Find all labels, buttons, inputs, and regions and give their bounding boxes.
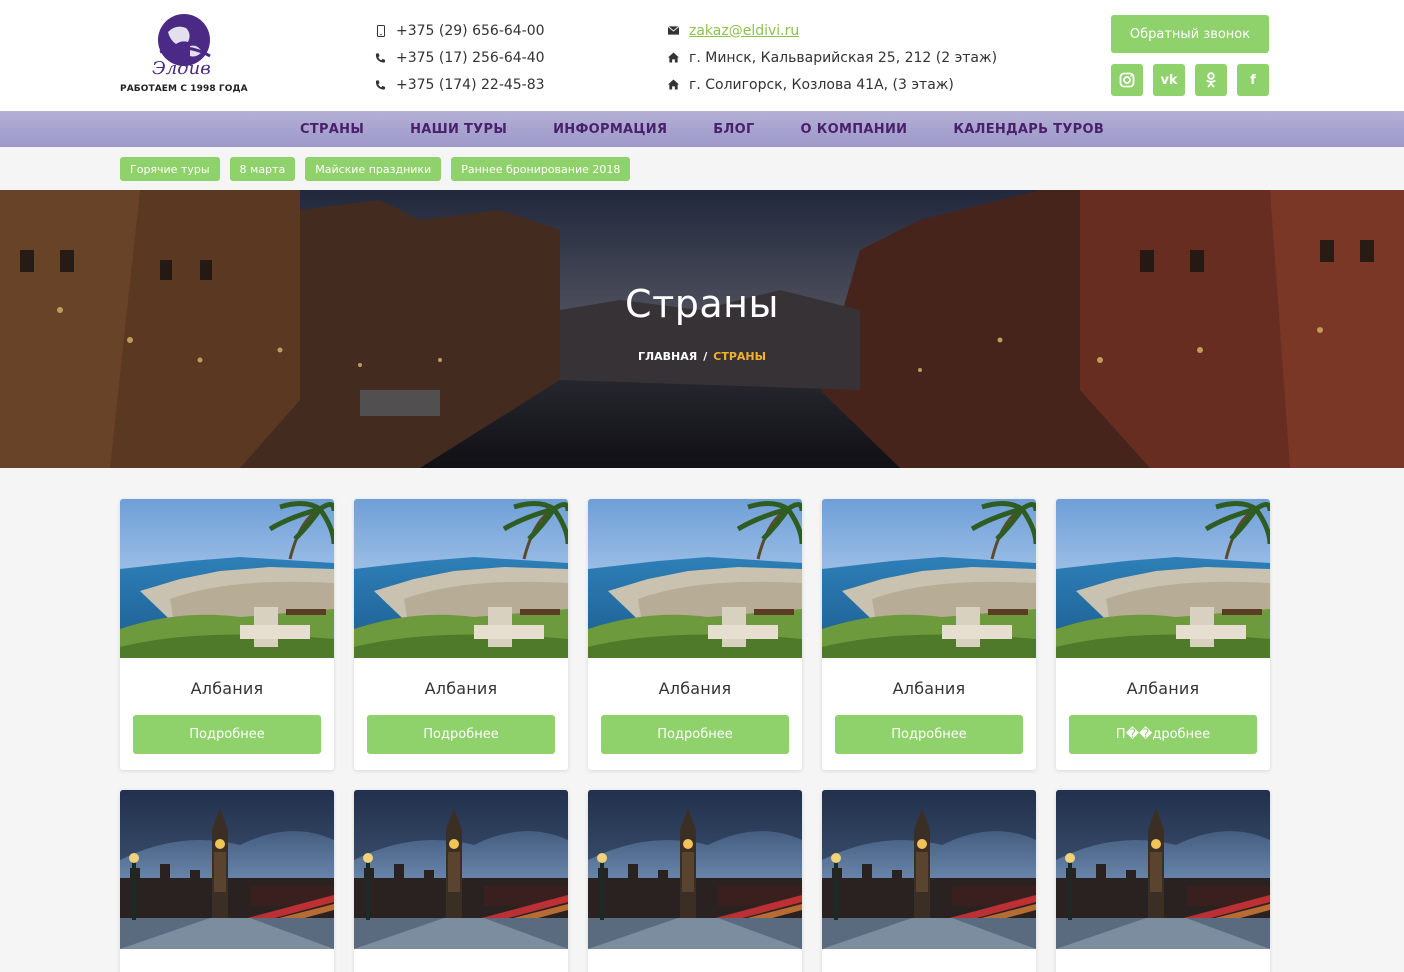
address-text: г. Солигорск, Козлова 41А, (3 этаж) (689, 76, 954, 93)
vk-icon[interactable]: vk (1153, 64, 1185, 96)
address-row: г. Минск, Кальварийская 25, 212 (2 этаж) (668, 44, 997, 71)
tag-early-booking[interactable]: Раннее бронирование 2018 (451, 157, 631, 181)
country-card: Албания Подробнее (120, 499, 334, 770)
country-card (120, 790, 334, 972)
country-card (822, 790, 1036, 972)
country-card (354, 790, 568, 972)
details-button[interactable]: Подробнее (367, 715, 555, 754)
country-image[interactable] (354, 790, 568, 949)
details-button[interactable]: П��дробнее (1069, 715, 1257, 754)
phone-number[interactable]: +375 (29) 656-64-00 (396, 23, 545, 39)
phone-number[interactable]: +375 (17) 256-64-40 (396, 50, 545, 66)
country-title[interactable]: Албания (1056, 679, 1270, 698)
tag-bar: Горячие туры 8 марта Майские праздники Р… (120, 157, 631, 181)
main-nav: СТРАНЫ НАШИ ТУРЫ ИНФОРМАЦИЯ БЛОГ О КОМПА… (0, 111, 1404, 147)
country-card: Албания Подробнее (822, 499, 1036, 770)
breadcrumb-current: СТРАНЫ (713, 350, 767, 363)
address-row: г. Солигорск, Козлова 41А, (3 этаж) (668, 71, 997, 98)
nav-item-countries[interactable]: СТРАНЫ (277, 122, 387, 137)
country-title[interactable]: Албания (588, 679, 802, 698)
email-row: zakaz@eldivi.ru (668, 17, 997, 44)
breadcrumb-home[interactable]: ГЛАВНАЯ (638, 350, 697, 363)
instagram-icon[interactable] (1111, 64, 1143, 96)
odnoklassniki-icon[interactable] (1195, 64, 1227, 96)
breadcrumb: ГЛАВНАЯ / СТРАНЫ (0, 350, 1404, 363)
logo-tagline: РАБОТАЕМ С 1998 ГОДА (120, 84, 248, 94)
country-card: Албания Подробнее (354, 499, 568, 770)
logo[interactable]: Элдиви РАБОТАЕМ С 1998 ГОДА (120, 12, 248, 98)
phone-icon (375, 79, 386, 91)
nav-item-about[interactable]: О КОМПАНИИ (778, 122, 931, 137)
details-button[interactable]: Подробнее (835, 715, 1023, 754)
country-card (588, 790, 802, 972)
country-image[interactable] (822, 790, 1036, 949)
country-card: Албания П��дробнее (1056, 499, 1270, 770)
breadcrumb-separator: / (703, 350, 708, 363)
country-image[interactable] (1056, 499, 1270, 658)
page-title: Страны (625, 282, 779, 326)
tag-may-holidays[interactable]: Майские праздники (305, 157, 442, 181)
svg-text:Элдиви: Элдиви (152, 58, 212, 78)
email-link[interactable]: zakaz@eldivi.ru (689, 23, 799, 39)
country-image[interactable] (588, 499, 802, 658)
home-icon (668, 52, 679, 64)
country-image[interactable] (822, 499, 1036, 658)
nav-item-blog[interactable]: БЛОГ (690, 122, 777, 137)
tag-hot-tours[interactable]: Горячие туры (120, 157, 220, 181)
hero-venice-image (0, 190, 1404, 468)
country-image[interactable] (588, 790, 802, 949)
home-icon (668, 79, 679, 91)
country-title[interactable]: Албания (120, 679, 334, 698)
envelope-icon (668, 25, 679, 37)
phone-row: +375 (174) 22-45-83 (375, 71, 545, 98)
nav-item-calendar[interactable]: КАЛЕНДАРЬ ТУРОВ (930, 122, 1127, 137)
logo-globe-icon: Элдиви (152, 14, 212, 78)
phone-number[interactable]: +375 (174) 22-45-83 (396, 77, 545, 93)
phone-list: +375 (29) 656-64-00 +375 (17) 256-64-40 … (375, 17, 545, 98)
nav-item-tours[interactable]: НАШИ ТУРЫ (387, 122, 530, 137)
tag-march-8[interactable]: 8 марта (229, 157, 296, 181)
facebook-icon[interactable]: f (1237, 64, 1269, 96)
mobile-phone-icon (375, 24, 386, 37)
country-image[interactable] (120, 499, 334, 658)
phone-row: +375 (29) 656-64-00 (375, 17, 545, 44)
nav-item-info[interactable]: ИНФОРМАЦИЯ (530, 122, 690, 137)
social-links: vk f (1111, 64, 1269, 96)
country-card (1056, 790, 1270, 972)
country-title[interactable]: Албания (822, 679, 1036, 698)
country-title[interactable]: Албания (354, 679, 568, 698)
country-image[interactable] (120, 790, 334, 949)
hero-banner: Страны ГЛАВНАЯ / СТРАНЫ (0, 190, 1404, 468)
country-image[interactable] (354, 499, 568, 658)
country-card: Албания Подробнее (588, 499, 802, 770)
site-header: Элдиви РАБОТАЕМ С 1998 ГОДА +375 (29) 65… (0, 0, 1404, 111)
phone-row: +375 (17) 256-64-40 (375, 44, 545, 71)
details-button[interactable]: Подробнее (133, 715, 321, 754)
address-text: г. Минск, Кальварийская 25, 212 (2 этаж) (689, 49, 998, 66)
phone-icon (375, 52, 386, 64)
details-button[interactable]: Подробнее (601, 715, 789, 754)
callback-button[interactable]: Обратный звонок (1111, 15, 1269, 53)
contact-details: zakaz@eldivi.ru г. Минск, Кальварийская … (668, 17, 997, 98)
country-image[interactable] (1056, 790, 1270, 949)
